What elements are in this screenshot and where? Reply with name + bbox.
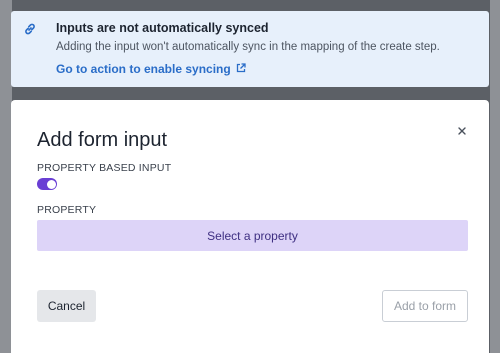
add-form-input-modal: Add form input PROPERTY BASED INPUT PROP…	[11, 100, 489, 353]
toggle-knob	[46, 179, 56, 189]
enable-syncing-link[interactable]: Go to action to enable syncing	[56, 62, 246, 76]
banner-description: Adding the input won't automatically syn…	[56, 41, 440, 53]
select-property-button[interactable]: Select a property	[37, 220, 468, 251]
modal-title: Add form input	[37, 129, 168, 151]
property-based-toggle[interactable]	[37, 178, 57, 190]
property-based-input-label: PROPERTY BASED INPUT	[37, 162, 172, 174]
sync-warning-banner: Inputs are not automatically synced Addi…	[11, 11, 489, 87]
backdrop-panel-right	[490, 0, 500, 353]
property-label: PROPERTY	[37, 204, 97, 216]
close-icon[interactable]	[455, 124, 469, 138]
external-link-icon	[236, 62, 246, 76]
add-to-form-button[interactable]: Add to form	[382, 290, 468, 322]
cancel-button[interactable]: Cancel	[37, 290, 96, 322]
link-icon	[23, 22, 37, 36]
enable-syncing-label: Go to action to enable syncing	[56, 62, 231, 76]
banner-title: Inputs are not automatically synced	[56, 21, 269, 35]
